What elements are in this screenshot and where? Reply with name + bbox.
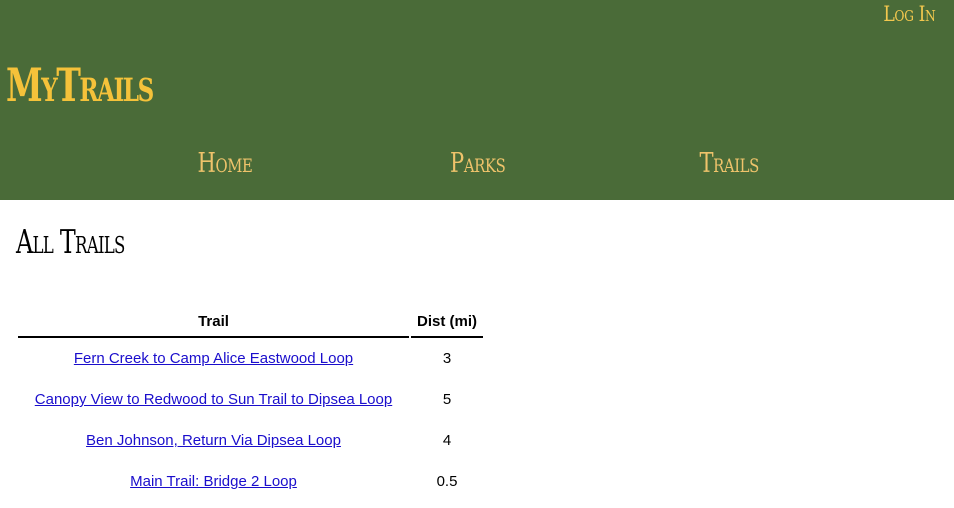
distance-cell: 4 bbox=[442, 432, 452, 449]
nav-trails[interactable]: Trails bbox=[699, 148, 759, 179]
trail-cell: Ben Johnson, Return Via Dipsea Loop bbox=[18, 420, 409, 461]
trails-table: Trail Dist (mi) Fern Creek to Camp Alice… bbox=[16, 306, 485, 502]
trail-cell: Canopy View to Redwood to Sun Trail to D… bbox=[18, 379, 409, 420]
distance-cell: 3 bbox=[442, 350, 452, 367]
trail-link[interactable]: Canopy View to Redwood to Sun Trail to D… bbox=[35, 391, 392, 408]
trail-cell: Main Trail: Bridge 2 Loop bbox=[18, 461, 409, 502]
nav-home[interactable]: Home bbox=[197, 148, 252, 179]
table-row: Canopy View to Redwood to Sun Trail to D… bbox=[18, 379, 483, 420]
trail-link[interactable]: Ben Johnson, Return Via Dipsea Loop bbox=[86, 432, 341, 449]
column-header-trail: Trail bbox=[18, 306, 409, 338]
trail-cell: Fern Creek to Camp Alice Eastwood Loop bbox=[18, 338, 409, 379]
trail-link[interactable]: Main Trail: Bridge 2 Loop bbox=[130, 473, 297, 490]
site-header: Log In MyTrails Home Parks Trails bbox=[0, 0, 954, 200]
table-header-row: Trail Dist (mi) bbox=[18, 306, 483, 338]
site-brand: MyTrails bbox=[6, 58, 154, 112]
nav-parks[interactable]: Parks bbox=[450, 148, 506, 179]
distance-cell: 5 bbox=[442, 391, 452, 408]
login-link[interactable]: Log In bbox=[883, 2, 935, 26]
column-header-distance: Dist (mi) bbox=[411, 306, 483, 338]
distance-cell: 0.5 bbox=[436, 473, 458, 490]
table-row: Ben Johnson, Return Via Dipsea Loop 4 bbox=[18, 420, 483, 461]
table-row: Fern Creek to Camp Alice Eastwood Loop 3 bbox=[18, 338, 483, 379]
table-row: Main Trail: Bridge 2 Loop 0.5 bbox=[18, 461, 483, 502]
page-title: All Trails bbox=[16, 222, 125, 261]
trail-link[interactable]: Fern Creek to Camp Alice Eastwood Loop bbox=[74, 350, 353, 367]
